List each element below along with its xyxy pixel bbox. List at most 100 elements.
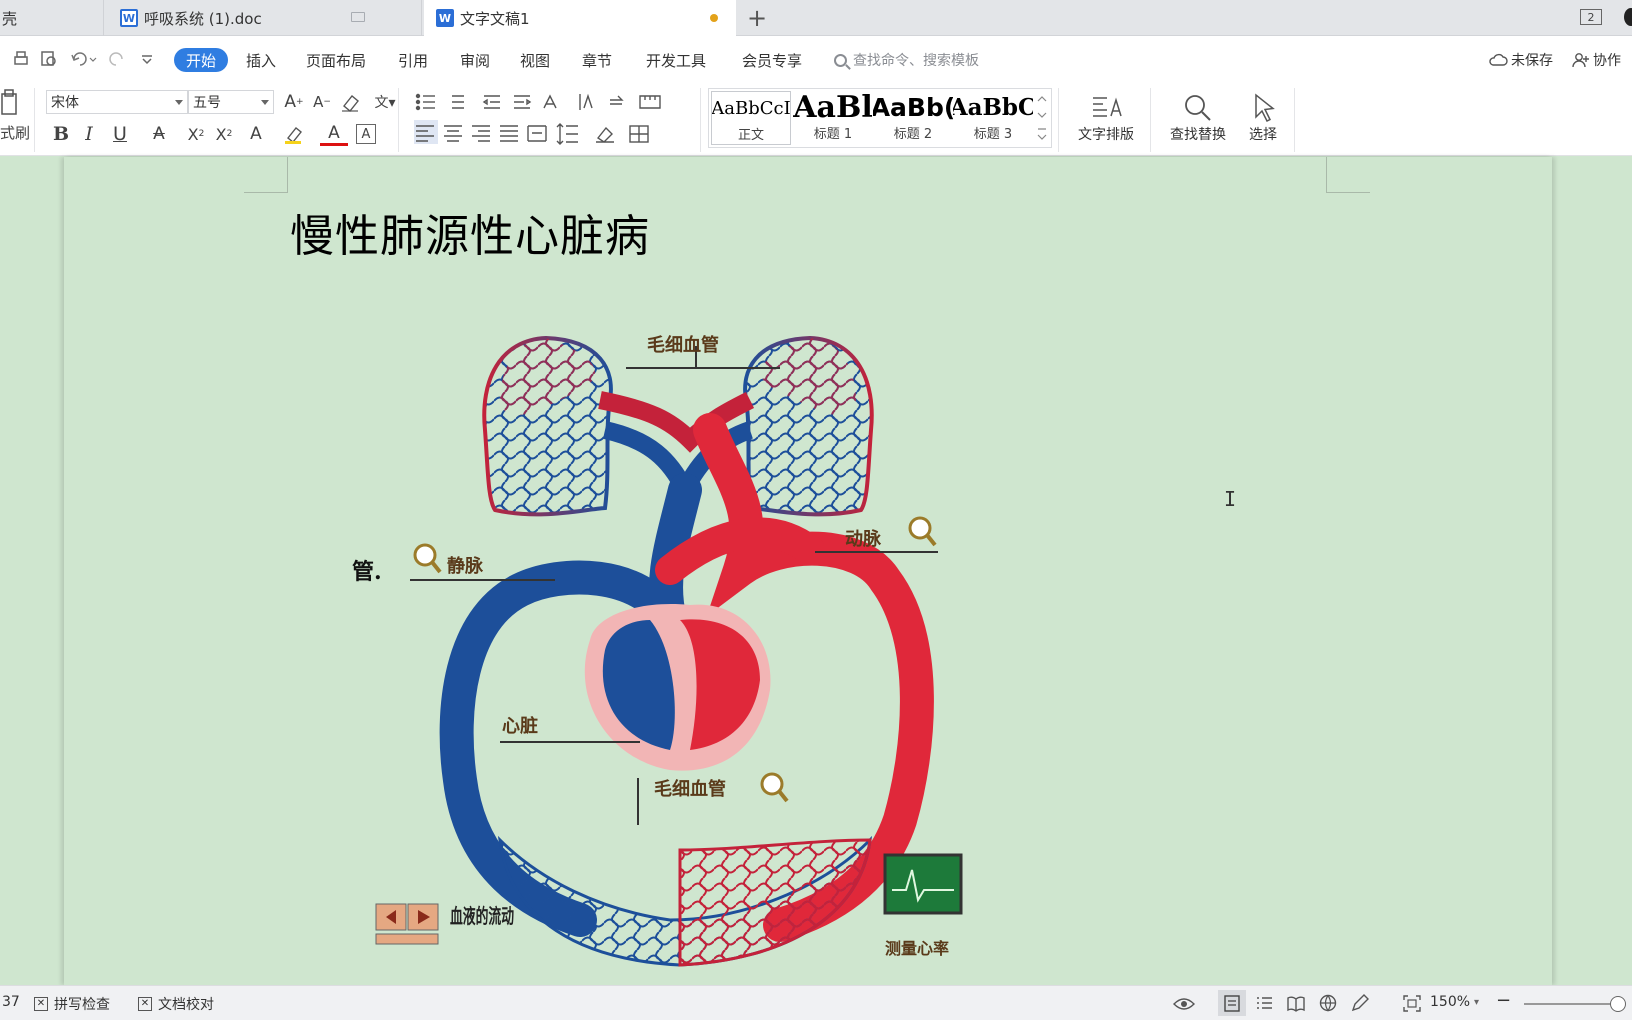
quick-access-more-icon[interactable] [140, 52, 154, 66]
tab-home[interactable]: 壳 [0, 0, 104, 36]
text-layout-icon [1093, 97, 1122, 117]
style-heading-1[interactable]: AaBl 标题 1 [793, 91, 873, 145]
menu-insert[interactable]: 插入 [246, 48, 276, 72]
menu-page-layout[interactable]: 页面布局 [306, 48, 366, 72]
account-avatar[interactable] [1624, 8, 1632, 26]
ribbon-divider [1058, 88, 1059, 152]
zoom-slider-handle[interactable] [1610, 996, 1626, 1012]
cloud-icon [1489, 53, 1508, 66]
zoom-level[interactable]: 150% ▾ [1430, 994, 1479, 1010]
menu-home[interactable]: 开始 [174, 48, 229, 72]
unsaved-dot-icon [710, 14, 718, 22]
ribbon-divider [1150, 88, 1151, 152]
menu-member[interactable]: 会员专享 [742, 48, 802, 72]
page-count[interactable]: 37 [2, 994, 20, 1010]
print-icon[interactable] [12, 50, 30, 68]
page-view-icon[interactable] [1222, 994, 1242, 1012]
tab-bar: 壳 W 呼吸系统 (1).doc W 文字文稿1 + 2 [0, 0, 1632, 36]
phonetic-guide-icon[interactable]: 文▾ [368, 90, 402, 114]
menu-chapter[interactable]: 章节 [582, 48, 612, 72]
text-effect-icon[interactable]: A [242, 122, 270, 146]
tab-label: 文字文稿1 [460, 9, 530, 28]
eye-protection-icon[interactable] [1172, 994, 1196, 1012]
spell-check-button[interactable]: ✕ 拼写检查 [34, 994, 110, 1014]
zoom-slider[interactable] [1524, 1003, 1616, 1005]
style-heading-3[interactable]: AaBbC 标题 3 [953, 91, 1033, 145]
collaborate-label: 协作 [1593, 53, 1621, 69]
superscript-icon[interactable]: X2 [184, 122, 208, 146]
print-preview-icon[interactable] [40, 50, 58, 68]
italic-icon[interactable]: I [78, 122, 100, 146]
subscript-icon[interactable]: X2 [212, 122, 236, 146]
menu-references[interactable]: 引用 [398, 48, 428, 72]
collaborate-button[interactable]: 协作 [1572, 48, 1621, 72]
font-grow-icon[interactable]: A + [282, 90, 306, 114]
font-size-value: 五号 [193, 95, 221, 111]
menu-view[interactable]: 视图 [520, 48, 550, 72]
menu-developer[interactable]: 开发工具 [646, 48, 706, 72]
magnifier-icon [908, 516, 937, 547]
tab-document-active[interactable]: W 文字文稿1 [424, 0, 736, 36]
text-cursor-icon: I [1224, 487, 1237, 511]
style-heading-2-name: 标题 2 [893, 127, 933, 142]
ribbon-divider [398, 88, 399, 152]
monitor-icon[interactable] [351, 12, 365, 22]
command-search[interactable]: 查找命令、搜索模板 [834, 48, 979, 72]
circulation-diagram[interactable]: 毛细血管 动脉 静脉 心脏 毛细血管 血液的流动 测量心率 [340, 320, 1020, 985]
style-heading-2[interactable]: AaBb( 标题 2 [873, 91, 953, 145]
doc-proofread-button[interactable]: ✕ 文档校对 [138, 994, 214, 1014]
select-button[interactable]: 选择 [1240, 86, 1286, 150]
new-tab-button[interactable]: + [744, 4, 770, 32]
style-heading-1-name: 标题 1 [813, 127, 853, 142]
document-heading[interactable]: 慢性肺源性心脏病 [290, 200, 650, 264]
highlight-icon[interactable] [282, 124, 312, 146]
bold-icon[interactable]: B [50, 122, 72, 146]
magnifier-icon [760, 772, 789, 803]
font-color-icon[interactable]: A [320, 122, 348, 146]
undo-icon[interactable] [70, 50, 98, 68]
command-search-placeholder: 查找命令、搜索模板 [853, 53, 979, 69]
web-view-icon[interactable] [1318, 994, 1338, 1012]
ribbon-toolbar: 式刷 宋体 五号 A+ A− 文▾ B I U A X2 X2 A A A [0, 84, 1632, 156]
font-size-select[interactable]: 五号 [188, 90, 274, 114]
label-blood-flow: 血液的流动 [450, 904, 514, 928]
find-icon [1185, 95, 1211, 121]
ribbon-divider [700, 88, 701, 152]
style-gallery: AaBbCcI 正文 AaBl 标题 1 AaBb( 标题 2 AaBbC 标题… [708, 88, 1052, 148]
pen-icon[interactable] [1350, 994, 1370, 1012]
label-capillary-top: 毛细血管 [647, 334, 719, 356]
paste-icon[interactable] [0, 88, 22, 120]
select-label: 选择 [1249, 127, 1277, 143]
ecg-monitor-icon[interactable] [883, 853, 963, 915]
font-name-select[interactable]: 宋体 [46, 90, 188, 114]
right-lung [743, 335, 874, 517]
spell-check-label: 拼写检查 [54, 997, 110, 1013]
outline-view-icon[interactable] [1254, 994, 1274, 1012]
crop-mark-right [1326, 157, 1370, 193]
underline-icon[interactable]: U [106, 122, 134, 146]
tab-document-respiratory[interactable]: W 呼吸系统 (1).doc [106, 0, 422, 36]
character-border-icon[interactable]: A [356, 124, 376, 144]
clear-format-icon[interactable] [340, 92, 362, 112]
play-controls-icon[interactable] [375, 903, 439, 945]
search-icon [834, 53, 847, 67]
label-capillary-bottom: 毛细血管 [654, 778, 726, 800]
menu-review[interactable]: 审阅 [460, 48, 490, 72]
find-replace-button[interactable]: 查找替换 [1158, 86, 1238, 150]
window-count-badge[interactable]: 2 [1580, 9, 1602, 25]
reading-view-icon[interactable] [1286, 994, 1306, 1012]
cloud-save-button[interactable]: 未保存 [1488, 48, 1553, 72]
redo-icon[interactable] [108, 50, 126, 68]
style-scroll-icon[interactable] [1035, 91, 1049, 145]
ribbon-divider [34, 88, 35, 152]
strikethrough-icon[interactable]: A [144, 122, 174, 146]
font-shrink-icon[interactable]: A − [310, 90, 334, 114]
fit-page-icon[interactable] [1402, 994, 1422, 1012]
zoom-out-button[interactable]: − [1496, 990, 1511, 1011]
style-heading-2-sample: AaBb( [873, 92, 953, 122]
label-vein: 静脉 [447, 555, 484, 577]
find-replace-label: 查找替换 [1170, 127, 1226, 143]
text-layout-button[interactable]: 文字排版 [1068, 86, 1144, 150]
format-painter-button[interactable]: 式刷 [0, 122, 30, 142]
style-normal[interactable]: AaBbCcI 正文 [711, 91, 791, 145]
